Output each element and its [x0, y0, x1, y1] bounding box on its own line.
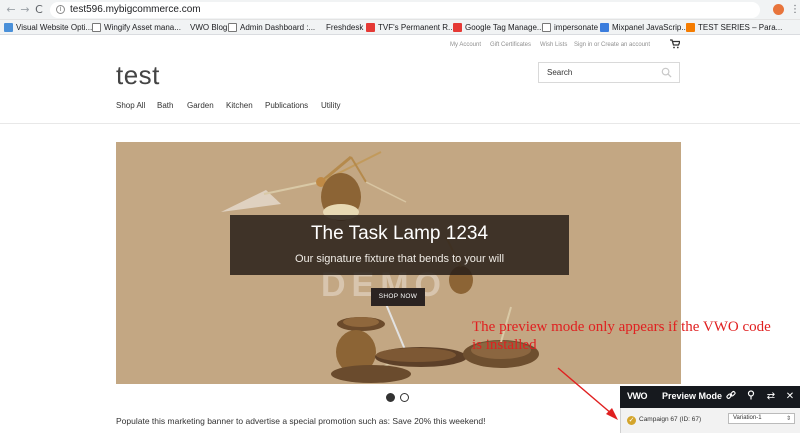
sign-in-link[interactable]: Sign in or Create an account: [574, 42, 650, 48]
bookmark-label: impersonate: [554, 23, 599, 32]
apps-icon: [4, 23, 13, 32]
variation-select-value: Variation-1: [733, 415, 762, 421]
vwo-logo: VWO: [627, 391, 648, 401]
bookmark-item[interactable]: Wingify Asset mana...: [92, 21, 181, 34]
bookmark-item[interactable]: impersonate: [542, 21, 598, 34]
page-icon: [542, 23, 551, 32]
wish-lists-link[interactable]: Wish Lists: [540, 42, 567, 48]
vwo-preview-title: Preview Mode: [662, 391, 723, 401]
nav-utility[interactable]: Utility: [321, 101, 341, 110]
bookmark-label: Google Tag Manage...: [465, 23, 544, 32]
url-text[interactable]: test596.mybigcommerce.com: [70, 4, 201, 15]
annotation-text: The preview mode only appears if the VWO…: [472, 319, 771, 353]
bookmark-item[interactable]: TVF's Permanent R...: [366, 21, 455, 34]
check-icon: ✓: [627, 416, 636, 425]
youtube-icon: [453, 23, 462, 32]
nav-shop-all[interactable]: Shop All: [116, 101, 145, 110]
nav-garden[interactable]: Garden: [187, 101, 214, 110]
reload-icon[interactable]: C: [32, 2, 46, 18]
header-divider: [0, 123, 800, 124]
carousel-dot[interactable]: [400, 393, 409, 402]
extension-icon[interactable]: [773, 4, 784, 15]
info-icon[interactable]: i: [56, 5, 65, 14]
vwo-campaign-label: Campaign 67 (ID: 67): [639, 416, 702, 423]
bookmark-item[interactable]: Freshdesk: [326, 21, 363, 34]
close-icon[interactable]: ✕: [783, 390, 797, 404]
site-icon: [686, 23, 695, 32]
bookmark-item[interactable]: VWO Blog: [190, 21, 227, 34]
mixpanel-icon: [600, 23, 609, 32]
search-placeholder: Search: [547, 68, 573, 77]
page-icon: [228, 23, 237, 32]
search-icon[interactable]: [661, 67, 672, 78]
bookmark-label: Admin Dashboard :...: [240, 23, 316, 32]
forward-arrow-icon[interactable]: →: [18, 2, 32, 18]
bookmark-item[interactable]: TEST SERIES – Para...: [686, 21, 782, 34]
bookmark-item[interactable]: Visual Website Opti...: [4, 21, 92, 34]
bookmark-label: Mixpanel JavaScrip...: [612, 23, 689, 32]
vwo-preview-header: VWO Preview Mode ⇄ ✕: [620, 386, 800, 408]
my-account-link[interactable]: My Account: [450, 42, 481, 48]
back-arrow-icon[interactable]: ←: [4, 2, 18, 18]
bookmark-item[interactable]: Admin Dashboard :...: [228, 21, 315, 34]
hero-caption-panel: The Task Lamp 1234 Our signature fixture…: [230, 215, 569, 275]
menu-dots-icon[interactable]: ⋮: [790, 5, 800, 15]
bookmark-label: TEST SERIES – Para...: [698, 23, 783, 32]
bookmark-item[interactable]: Mixpanel JavaScrip...: [600, 21, 688, 34]
store-logo[interactable]: test: [116, 60, 160, 91]
bookmark-label: Visual Website Opti...: [16, 23, 93, 32]
hero-subtitle: Our signature fixture that bends to your…: [294, 253, 505, 265]
select-arrows-icon: ⇕: [785, 415, 791, 422]
nav-bath[interactable]: Bath: [157, 101, 173, 110]
nav-publications[interactable]: Publications: [265, 101, 308, 110]
nav-kitchen[interactable]: Kitchen: [226, 101, 253, 110]
gift-certificates-link[interactable]: Gift Certificates: [490, 42, 531, 48]
browser-toolbar: ← → C i test596.mybigcommerce.com ⋮: [0, 0, 800, 20]
promo-banner-text: Populate this marketing banner to advert…: [116, 416, 486, 426]
bookmark-label: Wingify Asset mana...: [104, 23, 181, 32]
bookmark-item[interactable]: Google Tag Manage...: [453, 21, 544, 34]
youtube-icon: [366, 23, 375, 32]
vwo-preview-body: ✓ Campaign 67 (ID: 67) Variation-1 ⇕: [620, 408, 800, 433]
bookmark-label: VWO Blog: [190, 23, 228, 32]
shop-now-button[interactable]: SHOP NOW: [371, 288, 425, 306]
bookmark-label: TVF's Permanent R...: [378, 23, 455, 32]
bookmark-label: Freshdesk: [326, 23, 364, 32]
variation-select[interactable]: Variation-1 ⇕: [728, 413, 795, 424]
bookmarks-bar: Visual Website Opti... Wingify Asset man…: [0, 20, 800, 35]
swap-icon[interactable]: ⇄: [764, 390, 778, 404]
search-input[interactable]: Search: [538, 62, 680, 83]
pin-icon[interactable]: [744, 390, 758, 404]
carousel-dots: [384, 393, 414, 405]
page-icon: [92, 23, 101, 32]
link-icon[interactable]: [724, 390, 738, 404]
cart-icon[interactable]: [670, 39, 681, 49]
address-bar[interactable]: i test596.mybigcommerce.com: [50, 2, 760, 18]
carousel-dot-active[interactable]: [386, 393, 395, 402]
hero-title: The Task Lamp 1234: [310, 223, 489, 244]
